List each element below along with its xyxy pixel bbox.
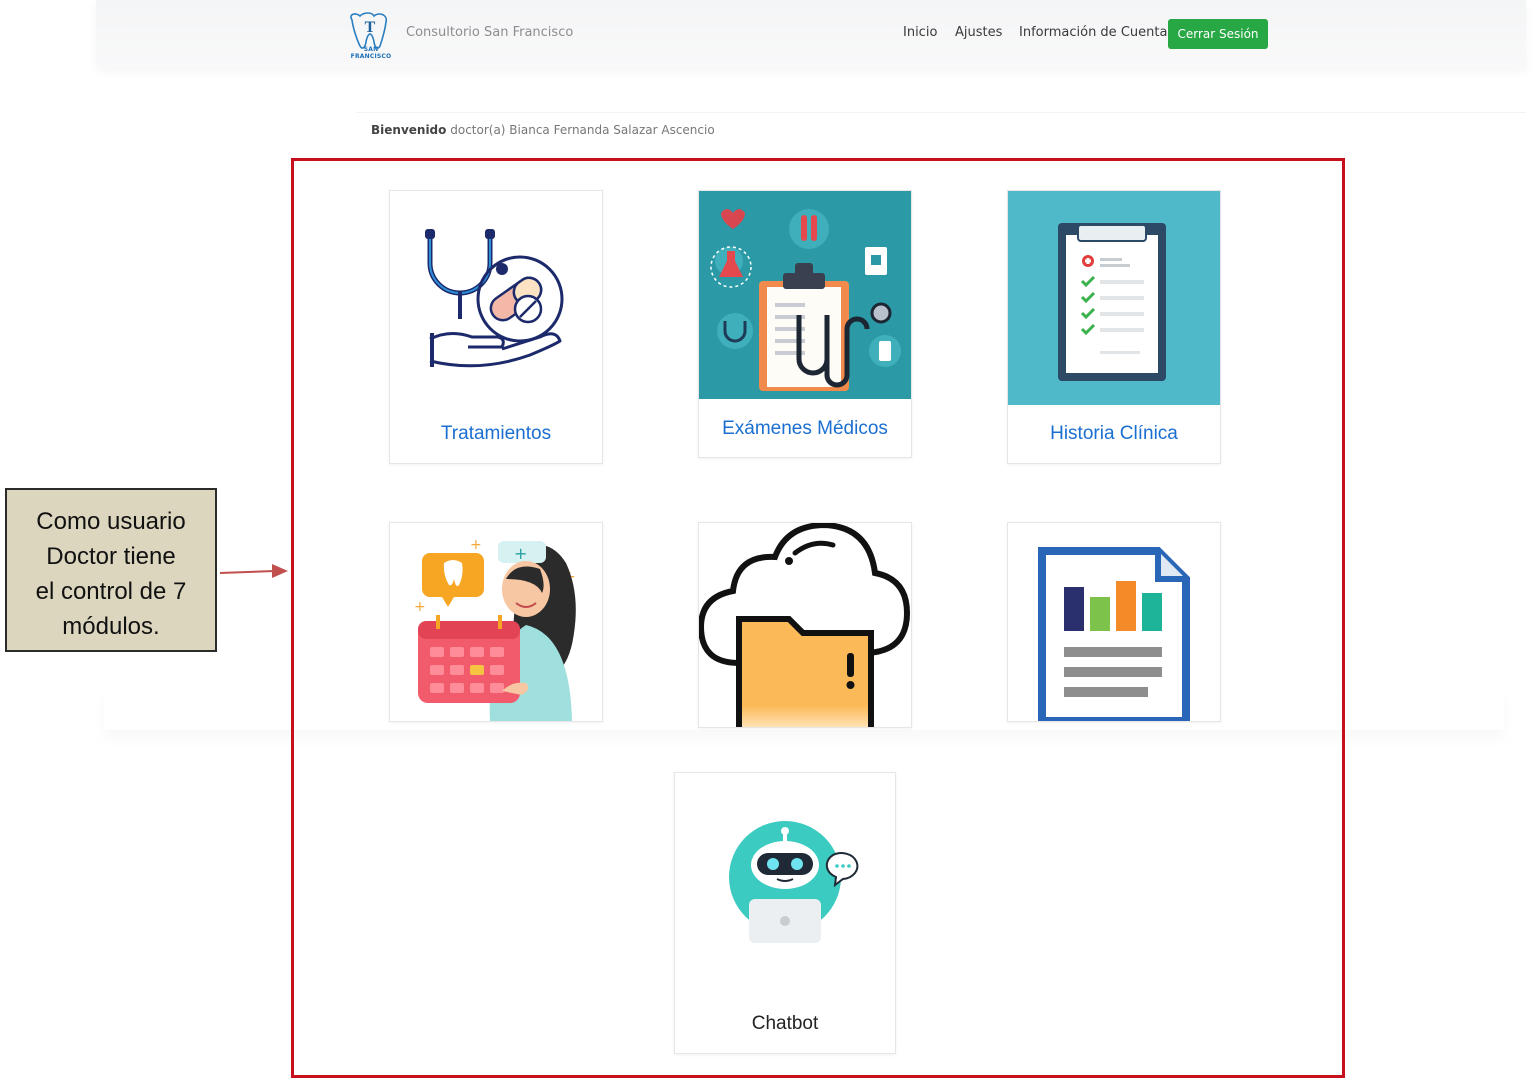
svg-text:+: + (414, 599, 426, 615)
logo-caption: SAN FRANCISCO (350, 46, 392, 60)
logout-button[interactable]: Cerrar Sesión (1168, 19, 1268, 49)
report-bar-chart-icon (1038, 547, 1190, 721)
nav-account-info[interactable]: Información de Cuenta (1019, 25, 1167, 40)
welcome-message: Bienvenido doctor(a) Bianca Fernanda Sal… (371, 123, 715, 137)
welcome-bar: Bienvenido doctor(a) Bianca Fernanda Sal… (356, 112, 1526, 149)
module-card-citas[interactable]: + + + + (389, 522, 603, 722)
robot-laptop-icon (729, 821, 859, 943)
callout-line: el control de 7 (35, 578, 187, 605)
nav-inicio[interactable]: Inicio (903, 25, 937, 40)
welcome-user: doctor(a) Bianca Fernanda Salazar Ascenc… (450, 123, 715, 137)
module-card-examenes[interactable]: Exámenes Médicos (698, 190, 912, 458)
callout-line: Como usuario (36, 508, 186, 535)
callout-text: Como usuario Doctor tiene el control de … (7, 504, 215, 644)
svg-text:+: + (514, 544, 527, 563)
clipboard-stethoscope-icon (699, 191, 911, 399)
clinical-checklist-icon (1008, 191, 1220, 405)
callout-arrow-icon (219, 564, 288, 578)
nav-ajustes[interactable]: Ajustes (955, 25, 1002, 40)
module-card-chatbot[interactable]: Chatbot (674, 772, 896, 1054)
cloud-folder-icon (699, 523, 911, 727)
module-title: Exámenes Médicos (722, 418, 888, 439)
module-title: Tratamientos (440, 423, 552, 444)
module-card-tratamientos[interactable]: Tratamientos (389, 190, 603, 464)
module-card-reportes[interactable] (1007, 522, 1221, 722)
module-card-historia[interactable]: Historia Clínica (1007, 190, 1221, 464)
module-card-archivos[interactable] (698, 522, 912, 728)
welcome-label: Bienvenido (371, 123, 447, 137)
callout-line: módulos. (62, 613, 160, 640)
nurse-calendar-icon: + + + + (414, 537, 576, 721)
module-title: Historia Clínica (1050, 423, 1178, 444)
logo-letter: T (365, 19, 376, 36)
navbar (96, 0, 1526, 68)
svg-text:+: + (470, 537, 482, 553)
annotation-callout: Como usuario Doctor tiene el control de … (5, 488, 217, 652)
callout-line: Doctor tiene (46, 543, 176, 570)
brand-name[interactable]: Consultorio San Francisco (406, 25, 573, 40)
stethoscope-pill-hand-icon (425, 229, 564, 368)
module-title: Chatbot (751, 1013, 819, 1034)
